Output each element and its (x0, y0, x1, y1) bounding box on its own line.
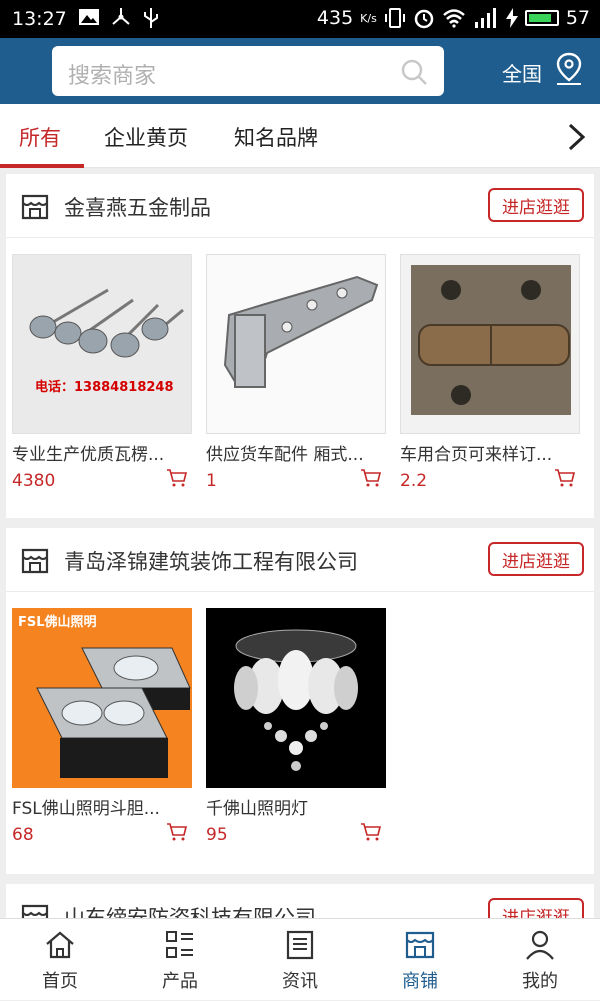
chandelier-illustration (206, 608, 386, 788)
signal-icon (474, 8, 496, 28)
image-icon (79, 9, 99, 25)
nav-mine[interactable]: 我的 (480, 919, 600, 1001)
product-image-caption: FSL佛山照明 (18, 614, 97, 630)
charging-icon (505, 8, 518, 28)
cart-icon[interactable] (554, 468, 576, 488)
nav-products-label: 产品 (162, 971, 198, 992)
truck-hinge-illustration (207, 255, 385, 433)
product-item[interactable]: 千佛山照明灯 95 (206, 608, 386, 845)
cart-icon[interactable] (166, 822, 188, 842)
app-header: 搜索商家 全国 (0, 38, 600, 104)
store-header: 青岛泽锦建筑装饰工程有限公司 进店逛逛 (6, 528, 594, 592)
tab-all[interactable]: 所有 (19, 122, 61, 152)
product-price: 1 (206, 471, 217, 491)
nav-news[interactable]: 资讯 (240, 919, 360, 1001)
active-tab-indicator (0, 164, 84, 168)
usb-icon (144, 8, 158, 28)
tab-famous-brands[interactable]: 知名品牌 (234, 122, 318, 152)
vibrate-icon (384, 8, 405, 28)
nav-stores[interactable]: 商铺 (360, 919, 480, 1001)
category-tabs: 所有 企业黄页 知名品牌 (0, 104, 600, 168)
product-name[interactable]: 千佛山照明灯 (206, 794, 386, 819)
store-icon (21, 548, 49, 574)
status-bar: 13:27 435 K/s 57 (0, 0, 600, 38)
store-header: 金喜燕五金制品 进店逛逛 (6, 174, 594, 238)
store-icon (21, 194, 49, 220)
search-placeholder: 搜索商家 (68, 64, 157, 89)
cart-icon[interactable] (166, 468, 188, 488)
nav-news-label: 资讯 (282, 971, 318, 992)
downlight-illustration: FSL佛山照明 (12, 608, 192, 788)
grid-list-icon (166, 931, 193, 958)
store-name[interactable]: 金喜燕五金制品 (64, 192, 211, 222)
battery-icon (524, 10, 559, 26)
chevron-right-icon[interactable] (566, 122, 588, 152)
share-icon (112, 8, 130, 25)
bottom-navigation: 首页 产品 资讯 商铺 我的 (0, 918, 600, 1000)
product-item[interactable]: 供应货车配件 厢式... 1 (206, 254, 386, 491)
nav-home-label: 首页 (42, 971, 78, 992)
product-price: 68 (12, 825, 34, 845)
product-price: 2.2 (400, 471, 428, 491)
wifi-icon (442, 9, 465, 28)
location-pin-icon[interactable] (554, 52, 584, 86)
status-time: 13:27 (12, 8, 67, 30)
product-name[interactable]: 车用合页可来样订... (400, 440, 580, 465)
store-card: 青岛泽锦建筑装饰工程有限公司 进店逛逛 FSL佛山照明 FSL佛山照明斗胆...… (6, 528, 594, 874)
alarm-icon (414, 9, 434, 29)
product-price: 95 (206, 825, 228, 845)
product-item[interactable]: FSL佛山照明 FSL佛山照明斗胆... 68 (12, 608, 192, 845)
cart-icon[interactable] (360, 822, 382, 842)
visit-store-button[interactable]: 进店逛逛 (488, 188, 584, 222)
nav-stores-label: 商铺 (402, 971, 438, 992)
product-image[interactable]: FSL佛山照明 (12, 608, 192, 788)
search-input[interactable]: 搜索商家 (52, 46, 444, 96)
user-icon (526, 930, 554, 960)
product-image[interactable] (206, 608, 386, 788)
nav-mine-label: 我的 (522, 971, 558, 992)
store-name[interactable]: 青岛泽锦建筑装饰工程有限公司 (64, 546, 358, 576)
cart-icon[interactable] (360, 468, 382, 488)
product-image-caption: 电话：13884818248 (35, 379, 174, 395)
roofing-nails-illustration: 电话：13884818248 (13, 255, 191, 433)
product-item[interactable]: 车用合页可来样订... 2.2 (400, 254, 580, 491)
store-card: 金喜燕五金制品 进店逛逛 电话：13884818248 专业生产优质瓦楞... … (6, 174, 594, 518)
search-icon[interactable] (400, 58, 428, 86)
nav-products[interactable]: 产品 (120, 919, 240, 1001)
product-name[interactable]: 专业生产优质瓦楞... (12, 440, 192, 465)
product-item[interactable]: 电话：13884818248 专业生产优质瓦楞... 4380 (12, 254, 192, 491)
product-image[interactable]: 电话：13884818248 (12, 254, 192, 434)
home-icon (46, 931, 74, 959)
product-image[interactable] (206, 254, 386, 434)
product-name[interactable]: 供应货车配件 厢式... (206, 440, 386, 465)
rusty-hinge-illustration (401, 255, 579, 433)
product-name[interactable]: FSL佛山照明斗胆... (12, 794, 192, 819)
product-price: 4380 (12, 471, 56, 491)
network-speed: 435 (316, 7, 354, 29)
nav-home[interactable]: 首页 (0, 919, 120, 1001)
store-icon (405, 931, 435, 959)
product-image[interactable] (400, 254, 580, 434)
tab-yellow-pages[interactable]: 企业黄页 (104, 122, 188, 152)
news-icon (286, 930, 314, 960)
battery-level: 57 (565, 7, 590, 29)
visit-store-button[interactable]: 进店逛逛 (488, 542, 584, 576)
network-speed-unit: K/s (360, 11, 377, 25)
region-selector[interactable]: 全国 (502, 58, 542, 87)
